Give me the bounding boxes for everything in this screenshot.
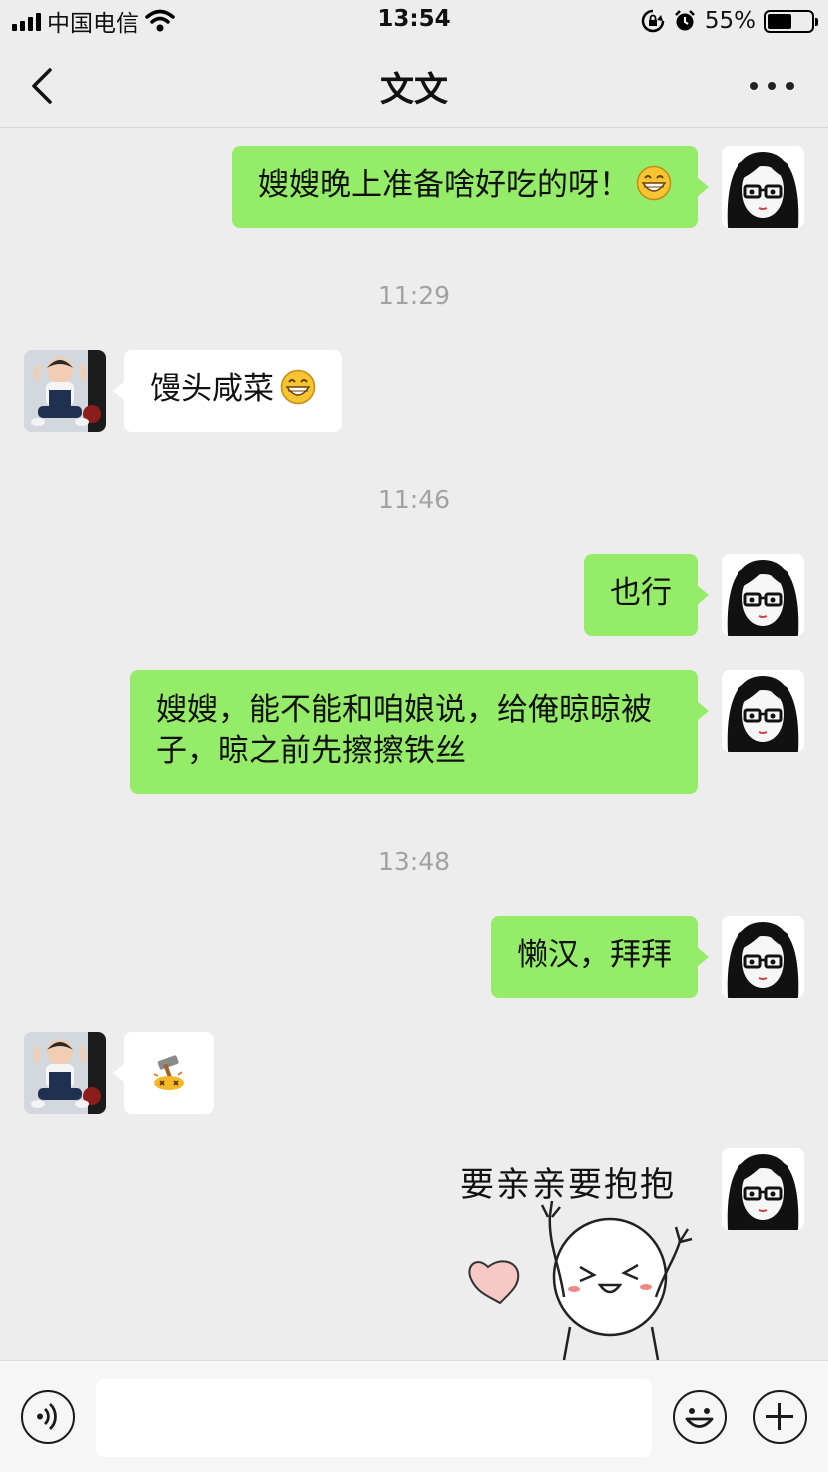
nav-bar: 文文 bbox=[0, 44, 828, 128]
message-text: 嫂嫂，能不能和咱娘说，给俺晾晾被子，晾之前先擦擦铁丝 bbox=[156, 692, 652, 769]
girl-avatar-icon bbox=[722, 554, 804, 636]
my-avatar[interactable] bbox=[722, 916, 804, 998]
chat-area[interactable]: 嫂嫂晚上准备啥好吃的呀！ 11:29 馒头咸菜 11:46 也行 嫂嫂，能不能和… bbox=[0, 129, 828, 1360]
girl-avatar-icon bbox=[722, 1148, 804, 1230]
grin-emoji-icon bbox=[280, 369, 316, 405]
my-avatar[interactable] bbox=[722, 1148, 804, 1230]
contact-avatar[interactable] bbox=[24, 1032, 106, 1114]
timestamp: 11:46 bbox=[377, 485, 451, 514]
more-dots-icon[interactable] bbox=[750, 72, 794, 100]
message-text: 嫂嫂晚上准备啥好吃的呀！ bbox=[258, 167, 630, 203]
girl-avatar-icon bbox=[722, 916, 804, 998]
rotation-lock-icon bbox=[641, 9, 665, 33]
my-avatar[interactable] bbox=[722, 146, 804, 228]
hammer-emoji-icon bbox=[153, 1055, 184, 1090]
message-bubble-outgoing[interactable]: 懒汉，拜拜 bbox=[491, 916, 709, 998]
emoji-button[interactable] bbox=[673, 1390, 727, 1444]
hug-sticker[interactable]: 要亲亲要抱抱 bbox=[460, 1147, 700, 1360]
message-bubble-incoming[interactable] bbox=[113, 1032, 214, 1114]
timestamp: 13:48 bbox=[377, 847, 451, 876]
my-avatar[interactable] bbox=[722, 554, 804, 636]
battery-icon bbox=[764, 9, 818, 33]
plus-icon bbox=[766, 1403, 793, 1430]
contact-avatar[interactable] bbox=[24, 350, 106, 432]
timestamp: 11:29 bbox=[377, 281, 451, 310]
message-bubble-outgoing[interactable]: 嫂嫂晚上准备啥好吃的呀！ bbox=[232, 146, 709, 228]
voice-icon bbox=[37, 1402, 57, 1431]
baby-avatar-icon bbox=[24, 1032, 106, 1114]
message-bubble-outgoing[interactable]: 也行 bbox=[584, 554, 709, 636]
my-avatar[interactable] bbox=[722, 670, 804, 752]
message-text: 馒头咸菜 bbox=[150, 371, 274, 407]
grin-emoji-icon bbox=[636, 165, 672, 201]
voice-button[interactable] bbox=[21, 1390, 75, 1444]
status-bar: 中国电信 13:54 55% bbox=[0, 0, 828, 44]
input-bar bbox=[0, 1360, 828, 1472]
hug-character-icon bbox=[468, 1200, 693, 1360]
girl-avatar-icon bbox=[722, 670, 804, 752]
smile-icon bbox=[685, 1408, 714, 1428]
chat-title: 文文 bbox=[380, 70, 448, 110]
message-text: 懒汉，拜拜 bbox=[517, 937, 672, 973]
alarm-icon bbox=[674, 10, 695, 31]
message-bubble-incoming[interactable]: 馒头咸菜 bbox=[113, 350, 342, 432]
battery-percent: 55% bbox=[704, 8, 756, 34]
girl-avatar-icon bbox=[722, 146, 804, 228]
message-text: 也行 bbox=[610, 575, 672, 611]
message-input[interactable] bbox=[96, 1379, 652, 1457]
plus-button[interactable] bbox=[753, 1390, 807, 1444]
message-bubble-outgoing[interactable]: 嫂嫂，能不能和咱娘说，给俺晾晾被子，晾之前先擦擦铁丝 bbox=[130, 670, 709, 794]
status-right: 55% bbox=[641, 6, 818, 36]
baby-avatar-icon bbox=[24, 350, 106, 432]
